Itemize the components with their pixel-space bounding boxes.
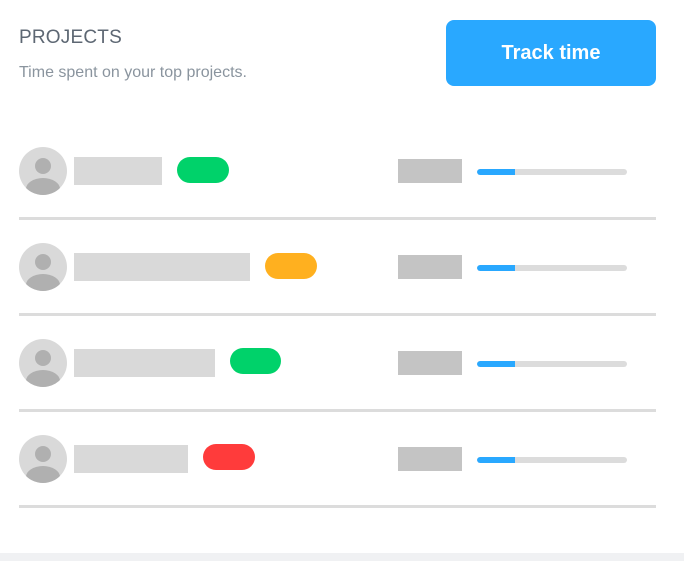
progress-fill xyxy=(477,457,515,463)
project-tag xyxy=(177,157,229,183)
project-tag xyxy=(230,348,281,374)
project-tag xyxy=(265,253,317,279)
time-spent-placeholder xyxy=(398,255,462,279)
user-avatar-icon xyxy=(19,339,67,387)
project-row[interactable] xyxy=(19,412,656,508)
track-time-button[interactable]: Track time xyxy=(446,20,656,86)
project-row[interactable] xyxy=(19,316,656,412)
progress-bar xyxy=(477,457,627,463)
project-name-placeholder xyxy=(74,445,188,473)
progress-bar xyxy=(477,361,627,367)
project-name-placeholder xyxy=(74,157,162,185)
project-name-placeholder xyxy=(74,253,250,281)
projects-card: PROJECTS Time spent on your top projects… xyxy=(0,0,684,553)
project-row[interactable] xyxy=(19,124,656,220)
project-name-placeholder xyxy=(74,349,215,377)
progress-fill xyxy=(477,169,515,175)
user-avatar-icon xyxy=(19,243,67,291)
project-tag xyxy=(203,444,255,470)
page-subtitle: Time spent on your top projects. xyxy=(19,64,247,81)
time-spent-placeholder xyxy=(398,447,462,471)
time-spent-placeholder xyxy=(398,351,462,375)
project-row[interactable] xyxy=(19,220,656,316)
row-divider xyxy=(19,505,656,508)
progress-fill xyxy=(477,361,515,367)
progress-bar xyxy=(477,265,627,271)
user-avatar-icon xyxy=(19,435,67,483)
page-title: PROJECTS xyxy=(19,27,122,48)
card-bottom-edge xyxy=(0,553,684,561)
user-avatar-icon xyxy=(19,147,67,195)
progress-fill xyxy=(477,265,515,271)
progress-bar xyxy=(477,169,627,175)
time-spent-placeholder xyxy=(398,159,462,183)
